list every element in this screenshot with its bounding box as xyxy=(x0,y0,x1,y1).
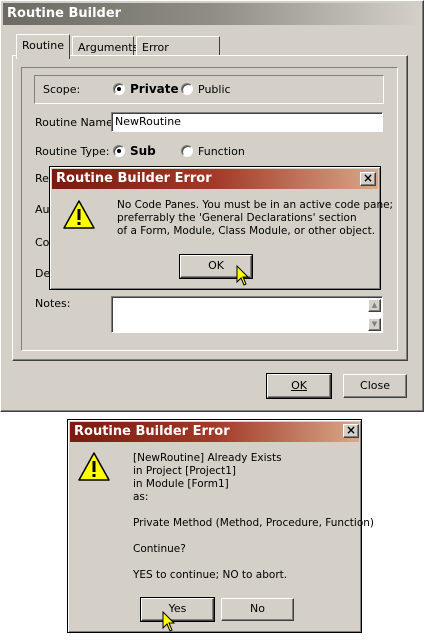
routine-name-label: Routine Name: xyxy=(35,116,117,129)
error-dialog-1-line-3: of a Form, Module, Class Module, or othe… xyxy=(117,225,376,237)
error-dialog-2-titlebar[interactable]: Routine Builder Error xyxy=(70,422,359,442)
error-dialog-1-titlebar[interactable]: Routine Builder Error xyxy=(52,169,378,189)
error-dialog-1-line-2: preferrably the 'General Declarations' s… xyxy=(117,212,357,224)
error-dialog-2-line-2: in Project [Project1] xyxy=(133,465,236,477)
type-sub-label[interactable]: Sub xyxy=(130,144,156,158)
error-dialog-2-line-3: in Module [Form1] xyxy=(133,478,229,490)
notes-scroll-down-icon[interactable]: ▼ xyxy=(368,318,381,331)
error-dialog-1-message: No Code Panes. You must be in an active … xyxy=(117,199,393,238)
error-dialog-2-title: Routine Builder Error xyxy=(74,424,230,439)
error-dialog-1-ok-label: OK xyxy=(208,259,224,272)
type-sub-radio[interactable] xyxy=(113,145,125,157)
error-dialog-2-instruction-line: YES to continue; NO to abort. xyxy=(133,569,288,581)
mouse-cursor-icon xyxy=(162,611,176,632)
close-button[interactable]: Close xyxy=(343,374,407,398)
error-dialog-no-code-panes: Routine Builder Error × No Code Panes. Y… xyxy=(49,166,393,290)
mouse-cursor-icon xyxy=(236,265,250,286)
scope-public-radio[interactable] xyxy=(181,83,193,95)
notes-label: Notes: xyxy=(35,297,71,310)
scope-private-label[interactable]: Private xyxy=(130,82,179,96)
type-function-label[interactable]: Function xyxy=(198,145,245,158)
tab-routine-label: Routine xyxy=(22,39,64,52)
window-title: Routine Builder xyxy=(7,6,122,21)
warning-icon xyxy=(63,200,95,229)
routine-name-value: NewRoutine xyxy=(115,115,181,128)
no-button-label: No xyxy=(250,602,265,615)
scope-label: Scope: xyxy=(43,83,81,96)
scope-private-radio[interactable] xyxy=(113,83,125,95)
scope-public-label[interactable]: Public xyxy=(198,83,231,96)
tab-arguments-label: Arguments xyxy=(78,41,139,54)
tab-routine[interactable]: Routine xyxy=(16,34,70,59)
error-dialog-2-method-line: Private Method (Method, Procedure, Funct… xyxy=(133,517,375,529)
routine-type-label: Routine Type: xyxy=(35,145,110,158)
error-dialog-2-message: [NewRoutine] Already Exists in Project [… xyxy=(133,452,282,504)
error-dialog-2-close-icon[interactable]: × xyxy=(343,424,359,438)
error-dialog-1-line-1: No Code Panes. You must be in an active … xyxy=(117,199,394,211)
notes-scroll-up-icon[interactable]: ▲ xyxy=(368,299,381,312)
type-function-radio[interactable] xyxy=(181,145,193,157)
yes-button[interactable]: Yes xyxy=(140,597,215,622)
warning-icon xyxy=(78,452,110,481)
error-dialog-already-exists: Routine Builder Error × [NewRoutine] Alr… xyxy=(67,419,374,633)
ok-button-label: OK xyxy=(291,379,307,392)
routine-name-input[interactable]: NewRoutine xyxy=(111,112,383,132)
close-button-label: Close xyxy=(360,379,390,392)
no-button[interactable]: No xyxy=(221,598,294,621)
error-dialog-2-line-4: as: xyxy=(133,491,149,503)
notes-textarea[interactable] xyxy=(111,296,383,333)
error-dialog-2-continue-line: Continue? xyxy=(133,543,186,555)
error-dialog-2-line-1: [NewRoutine] Already Exists xyxy=(133,452,282,464)
ok-button[interactable]: OK xyxy=(266,373,332,399)
error-dialog-1-title: Routine Builder Error xyxy=(56,171,212,186)
main-titlebar[interactable]: Routine Builder xyxy=(3,3,421,25)
error-dialog-1-close-icon[interactable]: × xyxy=(360,172,376,186)
